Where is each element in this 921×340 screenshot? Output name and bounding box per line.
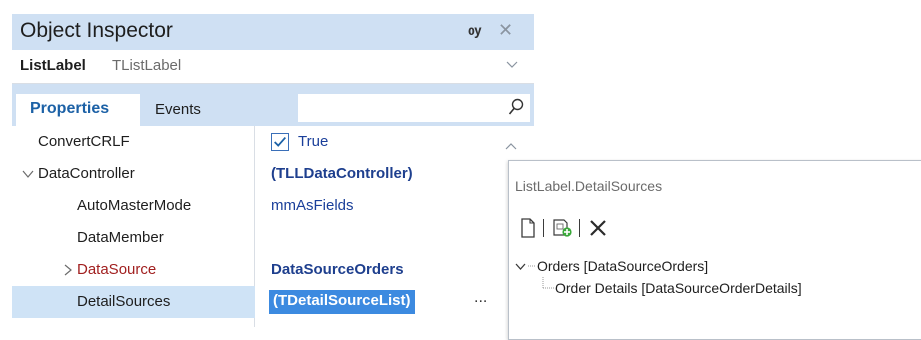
editor-toolbar [509,211,921,245]
object-selector[interactable]: ListLabel TListLabel [12,50,534,84]
panel-title-bar[interactable]: Object Inspector ѹ ✕ [12,14,534,50]
ellipsis-button[interactable]: ... [474,289,487,307]
chevron-down-icon[interactable] [515,261,526,272]
object-inspector-panel: Object Inspector ѹ ✕ ListLabel TListLabe… [12,14,534,327]
property-name: DataController [38,165,135,182]
toolbar-separator [579,219,580,237]
property-grid: ConvertCRLF True DataController (TLLData… [12,126,534,327]
property-row-datasource[interactable]: DataSource DataSourceOrders [12,254,534,286]
tree-node-orders[interactable]: Orders [DataSourceOrders] [509,255,909,277]
chevron-right-icon[interactable] [62,264,74,276]
detail-sources-editor: ListLabel.DetailSources Orders [DataSour… [508,160,921,340]
property-value-selected[interactable]: (TDetailSourceList) [269,290,415,314]
search-input[interactable] [298,94,530,122]
new-icon[interactable] [517,217,539,239]
close-icon[interactable]: ✕ [498,20,513,41]
toolbar-separator [543,219,544,237]
property-name: ConvertCRLF [38,133,130,150]
detail-sources-tree: Orders [DataSourceOrders] Order Details … [509,255,921,335]
tab-events[interactable]: Events [155,101,201,118]
property-value: True [298,133,329,150]
property-name: DataSource [77,261,157,278]
checkbox[interactable] [271,133,289,151]
property-value: mmAsFields [271,197,354,214]
delete-icon[interactable] [587,217,609,239]
property-value: DataSourceOrders [271,261,404,278]
property-value: (TLLDataController) [271,165,413,182]
property-name: DetailSources [77,293,171,310]
editor-title: ListLabel.DetailSources [515,178,663,194]
property-row-convertcrlf[interactable]: ConvertCRLF True [12,126,534,158]
tree-node-label: Order Details [DataSourceOrderDetails] [555,280,802,296]
property-row-detailsources[interactable]: DetailSources (TDetailSourceList) ... [12,286,534,318]
tree-connector [542,277,554,289]
panel-title: Object Inspector [20,19,173,42]
tree-node-order-details[interactable]: Order Details [DataSourceOrderDetails] [509,277,919,299]
search-icon[interactable] [508,98,524,116]
tree-node-label: Orders [DataSourceOrders] [537,258,709,274]
property-row-datacontroller[interactable]: DataController (TLLDataController) [12,158,534,190]
chevron-down-icon[interactable] [506,58,518,70]
tree-connector [528,265,536,267]
inspector-tabs: Properties Events [12,84,534,126]
property-row-datamember[interactable]: DataMember [12,222,534,254]
property-name: AutoMasterMode [77,197,192,214]
pin-icon[interactable]: ѹ [468,22,482,38]
property-row-automastermode[interactable]: AutoMasterMode mmAsFields [12,190,534,222]
property-name: DataMember [77,229,164,246]
chevron-down-icon[interactable] [22,168,34,180]
object-class: TListLabel [112,57,182,74]
tab-properties[interactable]: Properties [16,94,140,126]
object-name: ListLabel [20,57,86,74]
scroll-up-icon[interactable] [505,141,517,151]
add-item-icon[interactable] [551,217,573,239]
